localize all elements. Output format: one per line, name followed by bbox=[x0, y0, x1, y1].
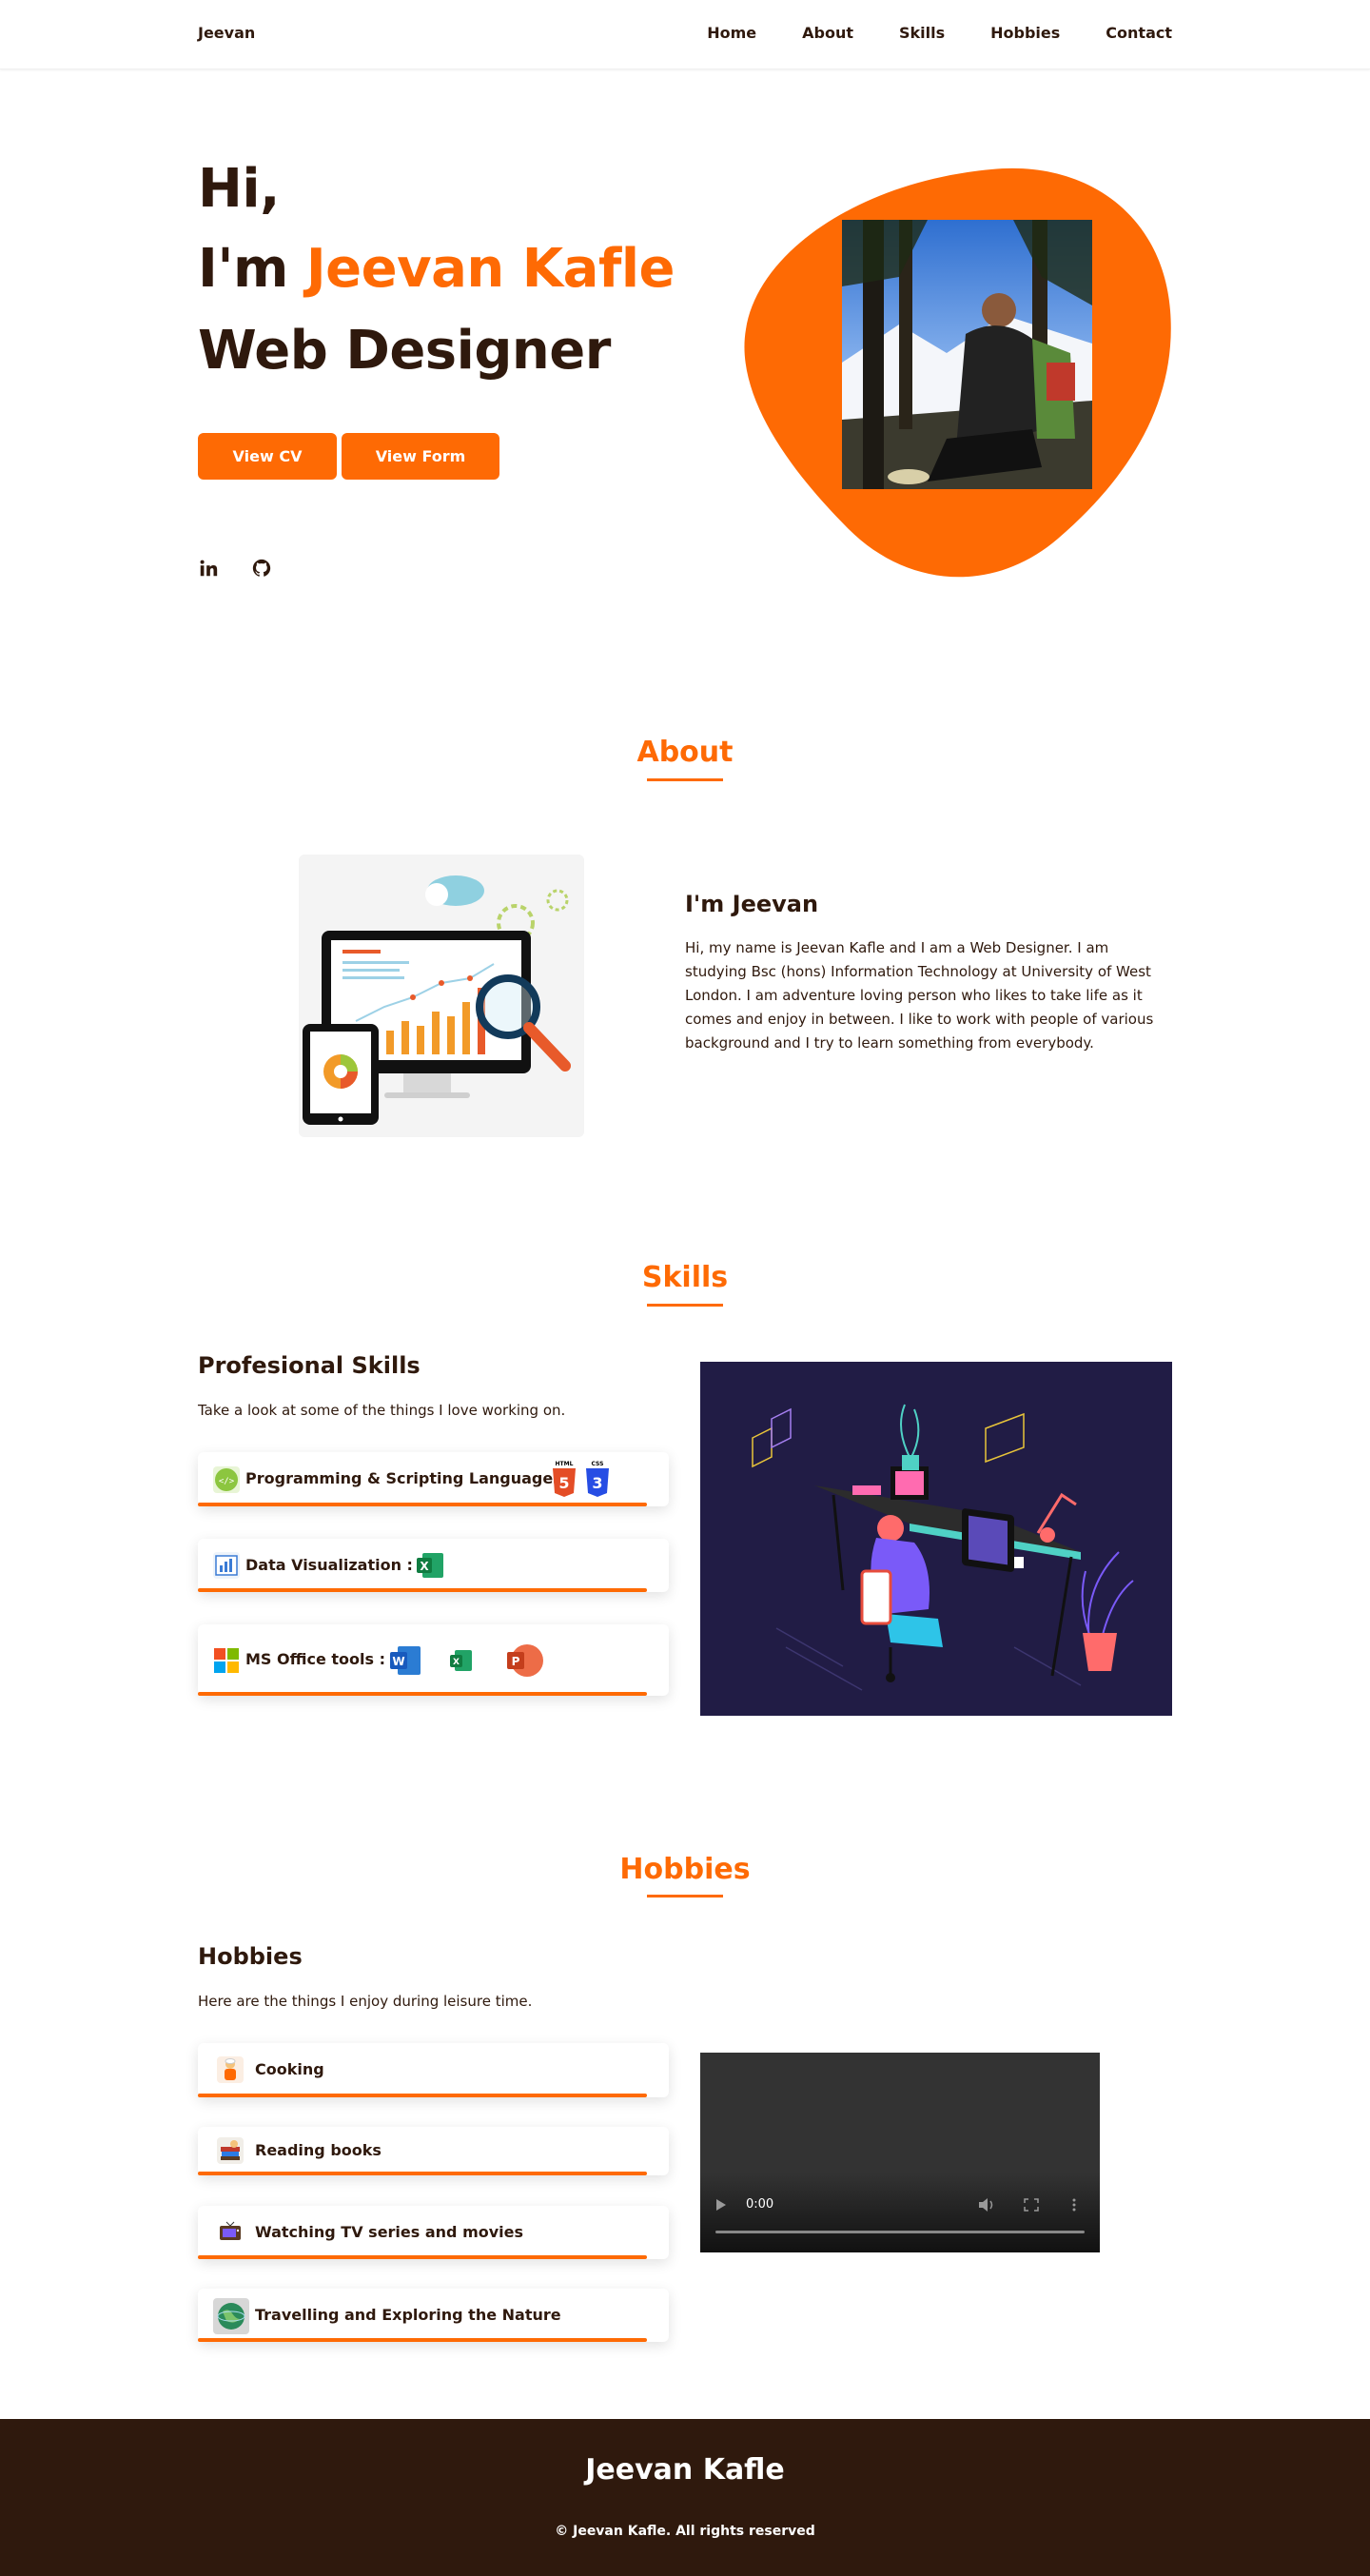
hero-name-prefix: I'm bbox=[198, 238, 306, 300]
windows-icon bbox=[213, 1647, 240, 1674]
excel-icon: X bbox=[415, 1550, 445, 1581]
hero-name: Jeevan Kafle bbox=[305, 238, 675, 300]
code-icon: </> bbox=[213, 1466, 240, 1493]
about-section-title: About bbox=[636, 736, 734, 769]
svg-text:</>: </> bbox=[219, 1477, 235, 1486]
skill-card-data-visualization: Data Visualization : X bbox=[198, 1539, 669, 1592]
about-heading: I'm Jeevan bbox=[685, 891, 819, 917]
chart-icon bbox=[213, 1552, 240, 1579]
footer-title: Jeevan Kafle bbox=[585, 2453, 785, 2487]
hobby-label: Reading books bbox=[255, 2141, 382, 2159]
hobby-card-reading: Reading books bbox=[198, 2127, 669, 2175]
hobby-underline-bar bbox=[198, 2172, 647, 2175]
skills-title-underline bbox=[647, 1304, 723, 1307]
hobby-card-tv: Watching TV series and movies bbox=[198, 2206, 669, 2259]
svg-text:5: 5 bbox=[558, 1474, 569, 1492]
skills-subtitle: Take a look at some of the things I love… bbox=[198, 1402, 566, 1419]
view-form-button[interactable]: View Form bbox=[342, 433, 499, 480]
top-navbar: Jeevan Home About Skills Hobbies Contact bbox=[0, 0, 1370, 69]
about-description: Hi, my name is Jeevan Kafle and I am a W… bbox=[685, 939, 1154, 1052]
svg-text:CSS: CSS bbox=[592, 1461, 604, 1467]
svg-text:W: W bbox=[392, 1655, 404, 1668]
skill-label: MS Office tools : bbox=[245, 1650, 385, 1668]
skill-card-ms-office: MS Office tools : W X P bbox=[198, 1624, 669, 1696]
css3-icon: CSS 3 bbox=[583, 1460, 612, 1498]
hobby-underline-bar bbox=[198, 2255, 647, 2259]
skill-underline-bar bbox=[198, 1503, 647, 1506]
skills-illustration bbox=[700, 1362, 1172, 1716]
svg-text:X: X bbox=[453, 1658, 460, 1667]
powerpoint-icon: P bbox=[504, 1641, 544, 1681]
hero-greeting: Hi, bbox=[198, 158, 280, 220]
hero-name-line: I'm Jeevan Kafle bbox=[198, 238, 675, 300]
skill-underline-bar bbox=[198, 1692, 647, 1696]
hobbies-heading: Hobbies bbox=[198, 1943, 303, 1970]
more-options-icon[interactable] bbox=[1071, 2197, 1077, 2212]
fullscreen-icon[interactable] bbox=[1024, 2198, 1039, 2212]
view-cv-button[interactable]: View CV bbox=[198, 433, 337, 480]
hobbies-title-underline bbox=[647, 1895, 723, 1898]
hobby-label: Watching TV series and movies bbox=[255, 2223, 524, 2241]
linkedin-icon[interactable] bbox=[198, 558, 219, 579]
book-icon bbox=[217, 2137, 244, 2164]
skills-section-title: Skills bbox=[641, 1261, 729, 1294]
svg-text:3: 3 bbox=[592, 1474, 602, 1492]
profile-photo bbox=[842, 220, 1092, 489]
word-icon: W bbox=[388, 1643, 422, 1678]
nav-skills[interactable]: Skills bbox=[899, 24, 945, 42]
video-progress-track[interactable] bbox=[715, 2231, 1085, 2233]
svg-text:P: P bbox=[512, 1655, 520, 1668]
nav-contact[interactable]: Contact bbox=[1106, 24, 1172, 42]
hobbies-subtitle: Here are the things I enjoy during leisu… bbox=[198, 1993, 533, 2010]
video-time: 0:00 bbox=[746, 2197, 774, 2212]
footer: Jeevan Kafle © Jeevan Kafle. All rights … bbox=[0, 2419, 1370, 2576]
skills-heading: Profesional Skills bbox=[198, 1352, 421, 1379]
hobby-underline-bar bbox=[198, 2338, 647, 2342]
skill-label: Data Visualization : bbox=[245, 1556, 413, 1574]
tv-icon bbox=[217, 2219, 244, 2246]
hobbies-section-title: Hobbies bbox=[619, 1853, 751, 1886]
play-icon[interactable] bbox=[715, 2198, 727, 2212]
about-title-underline bbox=[647, 778, 723, 781]
hero-role: Web Designer bbox=[198, 320, 611, 382]
nav-hobbies[interactable]: Hobbies bbox=[990, 24, 1060, 42]
html5-icon: HTML 5 bbox=[550, 1460, 578, 1498]
hobby-underline-bar bbox=[198, 2094, 647, 2097]
about-illustration bbox=[299, 855, 584, 1137]
hobby-card-cooking: Cooking bbox=[198, 2043, 669, 2097]
github-icon[interactable] bbox=[251, 558, 272, 579]
hobby-label: Travelling and Exploring the Nature bbox=[255, 2306, 561, 2324]
hobby-video-player[interactable]: 0:00 bbox=[700, 2053, 1100, 2252]
svg-text:X: X bbox=[420, 1560, 429, 1573]
main-nav: Home About Skills Hobbies Contact bbox=[707, 24, 1172, 42]
skill-underline-bar bbox=[198, 1588, 647, 1592]
nav-home[interactable]: Home bbox=[707, 24, 756, 42]
volume-icon[interactable] bbox=[978, 2197, 995, 2212]
globe-icon bbox=[213, 2298, 249, 2334]
footer-copyright: © Jeevan Kafle. All rights reserved bbox=[555, 2524, 815, 2539]
site-logo[interactable]: Jeevan bbox=[198, 24, 255, 42]
skill-card-programming: </> Programming & Scripting Languages: H… bbox=[198, 1452, 669, 1506]
nav-about[interactable]: About bbox=[802, 24, 853, 42]
svg-text:HTML: HTML bbox=[556, 1461, 574, 1467]
skill-label: Programming & Scripting Languages: bbox=[245, 1469, 569, 1487]
cooking-icon bbox=[217, 2056, 244, 2083]
excel-icon: X bbox=[447, 1647, 474, 1674]
hobby-card-travelling: Travelling and Exploring the Nature bbox=[198, 2289, 669, 2342]
hobby-label: Cooking bbox=[255, 2060, 324, 2078]
